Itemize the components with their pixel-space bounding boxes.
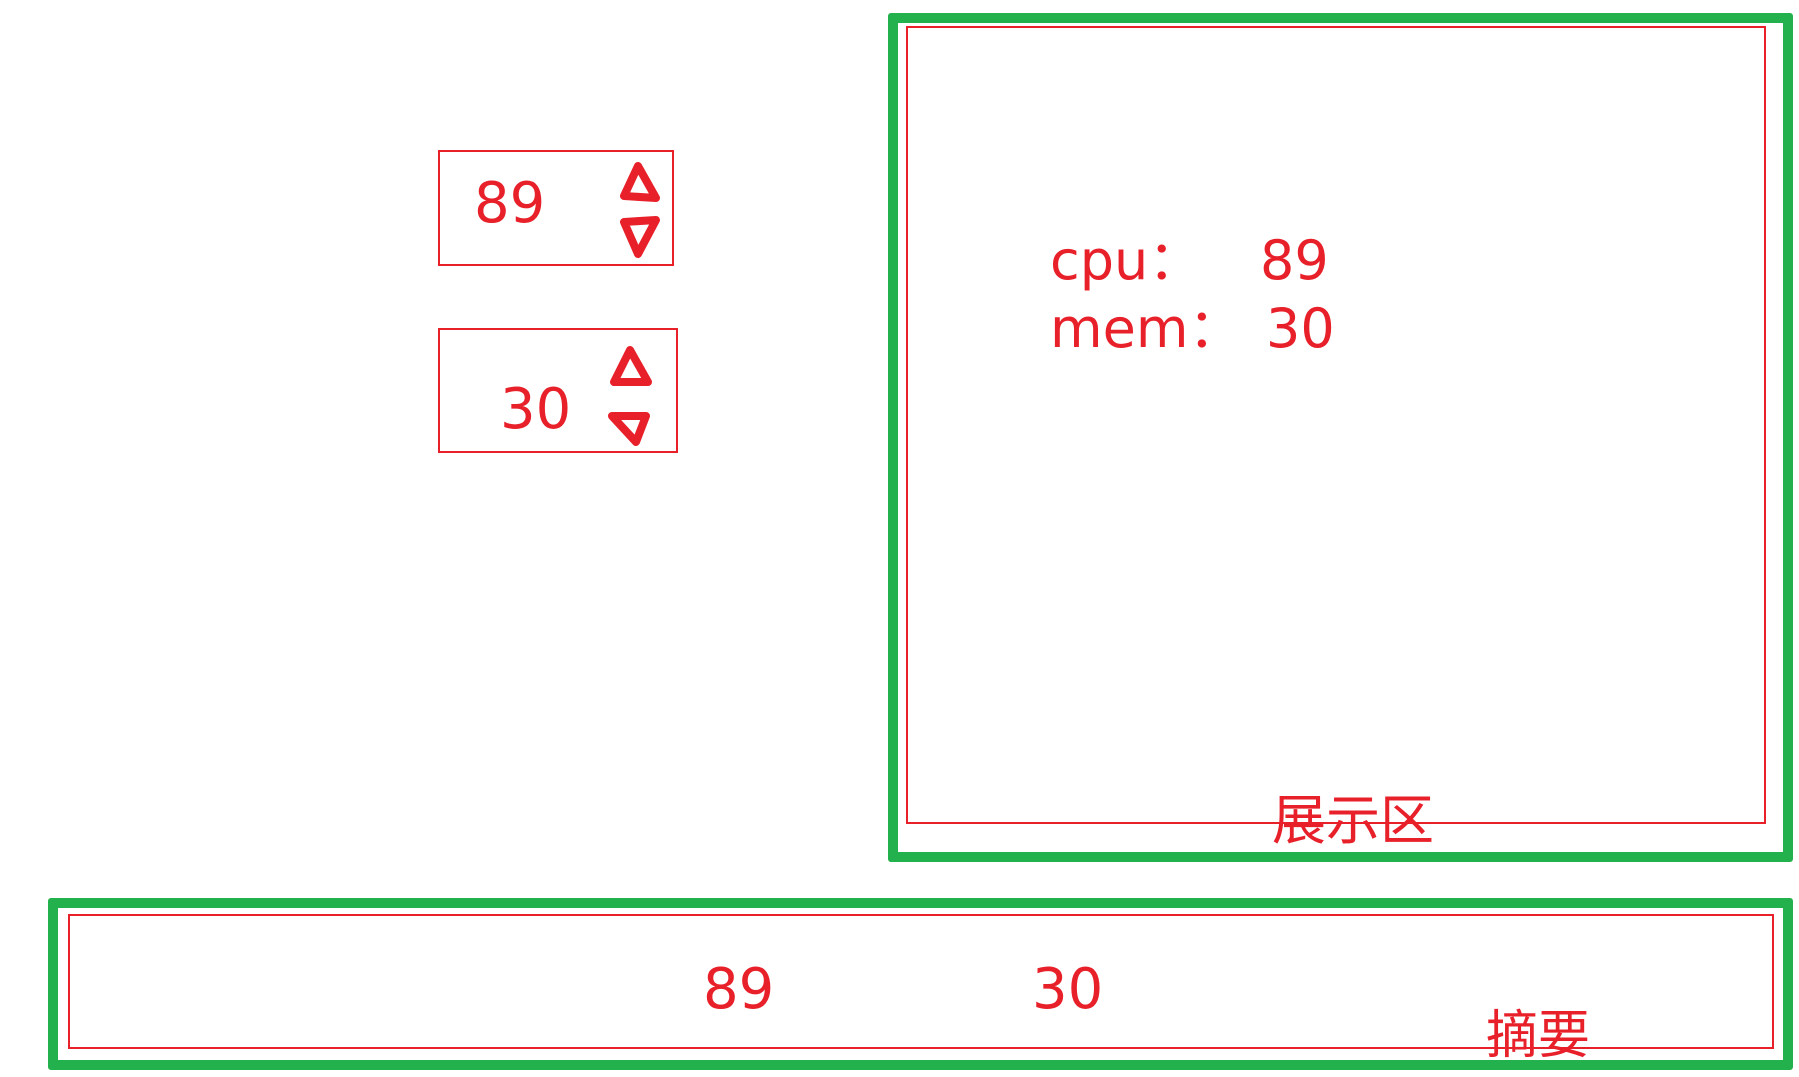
- triangle-up-icon: [620, 162, 660, 202]
- display-cpu-value: 89: [1260, 229, 1329, 292]
- display-area-inner: [906, 26, 1766, 824]
- mem-spinbox[interactable]: 30: [438, 328, 678, 453]
- mem-increment-button[interactable]: [606, 344, 654, 390]
- display-mem-value: 30: [1266, 297, 1335, 360]
- mem-spinbox-value[interactable]: 30: [500, 382, 571, 438]
- cpu-increment-button[interactable]: [616, 160, 664, 206]
- cpu-spinbox[interactable]: 89: [438, 150, 674, 266]
- triangle-down-icon: [608, 412, 650, 446]
- display-cpu-label: cpu：: [1050, 229, 1203, 292]
- summary-cpu-value: 89: [703, 957, 775, 1022]
- cpu-decrement-button[interactable]: [616, 214, 664, 260]
- summary-mem-value: 30: [1032, 957, 1104, 1022]
- mem-decrement-button[interactable]: [606, 408, 654, 450]
- triangle-down-icon: [620, 216, 660, 258]
- summary-area-caption: 摘要: [1486, 1006, 1591, 1066]
- display-mem-label: mem：: [1050, 297, 1243, 360]
- triangle-up-icon: [610, 346, 652, 386]
- display-area-caption: 展示区: [1272, 789, 1434, 852]
- cpu-spinbox-value[interactable]: 89: [474, 176, 545, 232]
